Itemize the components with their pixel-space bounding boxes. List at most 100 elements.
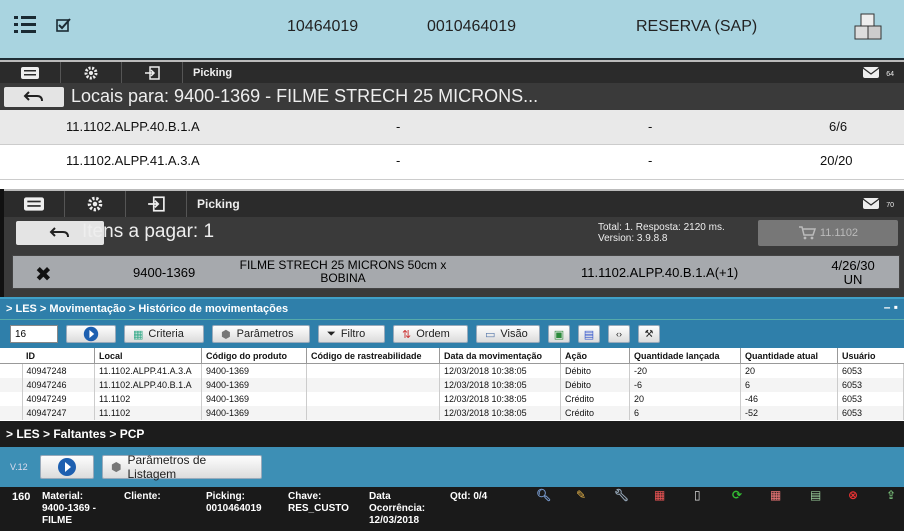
- cell-product: 9400-1369: [201, 406, 307, 420]
- cart-label: 11.1102: [819, 227, 859, 239]
- cart-button[interactable]: 11.1102: [758, 220, 898, 246]
- play-icon: [83, 326, 99, 342]
- code-button[interactable]: ‹›: [608, 325, 630, 343]
- item-quantity: 4/26/30 UN: [813, 259, 893, 287]
- messages-count: 64: [886, 71, 894, 78]
- page-size-value: 16: [15, 328, 27, 340]
- refresh-icon[interactable]: ⟳: [732, 489, 742, 501]
- play-icon: [58, 458, 76, 476]
- cell-qty-launched: -20: [629, 363, 741, 378]
- column-header[interactable]: Código de rastreabilidade: [306, 348, 440, 364]
- boxes-icon[interactable]: [853, 12, 885, 49]
- item-desc-line1: FILME STRECH 25 MICRONS 50cm x: [239, 258, 447, 272]
- location-row[interactable]: 11.1102.ALPP.41.A.3.A - - 20/20: [0, 145, 904, 180]
- page-size-stepper[interactable]: 16: [10, 325, 58, 343]
- window-controls-icon[interactable]: – ▪: [884, 300, 898, 314]
- cell-date: 12/03/2018 10:38:05: [439, 378, 561, 392]
- cell-local: 11.1102.ALPP.41.A.3.A: [94, 363, 202, 378]
- cell-local: 11.1102: [94, 392, 202, 406]
- column-header[interactable]: Data da movimentação: [439, 348, 561, 364]
- cell-trace: [306, 406, 440, 420]
- criteria-button[interactable]: ▦ Criteria: [124, 325, 204, 343]
- login-button[interactable]: [126, 191, 187, 217]
- shortage-row[interactable]: 160 Material: 9400-1369 - FILME Cliente:…: [0, 487, 904, 531]
- table-row[interactable]: 40947246 11.1102.ALPP.40.B.1.A 9400-1369…: [0, 378, 904, 392]
- list-parameters-label: Parâmetros de Listagem: [127, 453, 207, 481]
- calendar-icon[interactable]: ▦: [654, 489, 665, 501]
- item-row[interactable]: ✖ 9400-1369 FILME STRECH 25 MICRONS 50cm…: [12, 255, 900, 289]
- column-header[interactable]: Código do produto: [201, 348, 307, 364]
- date-label: Data: [369, 491, 391, 502]
- reservation-type: RESERVA (SAP): [636, 18, 758, 35]
- table-row[interactable]: 40947247 11.1102 9400-1369 12/03/2018 10…: [0, 406, 904, 420]
- history-toolbar: 16 ▦ Criteria ⬢ Parâmetros ⏷ Filtro ⇅ Ordem …: [0, 319, 904, 348]
- export-icon[interactable]: ⇪: [886, 489, 896, 501]
- movement-table: ID Local Código do produto Código de ras…: [0, 348, 904, 420]
- table-row[interactable]: 40947249 11.1102 9400-1369 12/03/2018 10…: [0, 392, 904, 406]
- checkbox-checked-icon[interactable]: [56, 17, 72, 38]
- column-header[interactable]: Usuário: [837, 348, 904, 364]
- location-row[interactable]: 11.1102.ALPP.40.B.1.A - - 6/6: [0, 110, 904, 145]
- row-selector[interactable]: [0, 406, 23, 420]
- cell-trace: [306, 378, 440, 392]
- parameters-button[interactable]: ⬢ Parâmetros: [212, 325, 310, 343]
- wrench-icon[interactable]: 🔧︎: [614, 489, 629, 501]
- cell-user: 6053: [837, 378, 904, 392]
- column-header[interactable]: Quantidade atual: [740, 348, 838, 364]
- reservation-code: 10464019: [287, 18, 359, 35]
- row-selector[interactable]: [0, 363, 23, 378]
- messages-button[interactable]: 70: [862, 196, 894, 215]
- sort-icon: ⇅: [402, 328, 412, 341]
- material-cell: Material: 9400-1369 - FILME: [42, 491, 96, 527]
- cell-action: Crédito: [560, 392, 630, 406]
- search-icon[interactable]: 🔍︎: [536, 489, 551, 501]
- excel-export-button[interactable]: ▣: [548, 325, 570, 343]
- list-parameters-button[interactable]: ⬢ Parâmetros de Listagem: [102, 453, 262, 481]
- document-icon[interactable]: ▯: [694, 489, 701, 501]
- view-icon: ▭: [485, 328, 496, 341]
- locations-titlebar: Locais para: 9400-1369 - FILME STRECH 25…: [0, 83, 904, 110]
- tools-icon: ⚒: [644, 328, 654, 340]
- column-header[interactable]: Ação: [560, 348, 630, 364]
- criteria-label: Criteria: [148, 328, 184, 340]
- settings-button[interactable]: [65, 191, 126, 217]
- menu-list-icon[interactable]: [14, 14, 36, 39]
- settings-button[interactable]: [61, 62, 122, 83]
- delete-icon[interactable]: ⊗: [848, 489, 858, 501]
- cell-user: 6053: [837, 392, 904, 406]
- column-header[interactable]: Local: [94, 348, 202, 364]
- column-header[interactable]: Quantidade lançada: [629, 348, 741, 364]
- list-button[interactable]: [0, 62, 61, 83]
- back-arrow-icon: [49, 227, 69, 238]
- picking-cell: Picking: 0010464019: [206, 491, 262, 515]
- remove-icon[interactable]: ✖: [35, 262, 52, 287]
- criteria-icon: ▦: [133, 328, 144, 341]
- locations-title: Locais para: 9400-1369 - FILME STRECH 25…: [71, 86, 539, 106]
- back-button[interactable]: [4, 86, 64, 107]
- run-button[interactable]: [66, 325, 116, 343]
- messages-button[interactable]: 64: [862, 65, 894, 84]
- cell-action: Débito: [560, 378, 630, 392]
- order-button[interactable]: ⇅ Ordem: [393, 325, 468, 343]
- table-row[interactable]: 40947248 11.1102.ALPP.41.A.3.A 9400-1369…: [0, 363, 904, 378]
- list-button[interactable]: [4, 191, 65, 217]
- save-button[interactable]: ▤: [578, 325, 600, 343]
- schedule-icon[interactable]: ▦: [770, 489, 781, 501]
- edit-icon[interactable]: ✎: [576, 489, 586, 501]
- row-selector[interactable]: [0, 378, 23, 392]
- cart-icon: [798, 226, 816, 240]
- date-cell: Data Ocorrência: 12/03/2018: [369, 491, 425, 527]
- breadcrumb: > LES > Faltantes > PCP: [0, 421, 904, 447]
- login-button[interactable]: [122, 62, 183, 83]
- tools-button[interactable]: ⚒: [638, 325, 660, 343]
- toolbar-title: Picking: [193, 66, 233, 79]
- filter-button[interactable]: ⏷ Filtro: [318, 325, 385, 343]
- column-header[interactable]: ID: [22, 348, 95, 364]
- cell-action: Crédito: [560, 406, 630, 420]
- picking-value: 0010464019: [206, 503, 262, 514]
- gear-icon: [87, 196, 103, 212]
- report-icon[interactable]: ▤: [810, 489, 821, 501]
- row-selector[interactable]: [0, 392, 23, 406]
- view-button[interactable]: ▭ Visão: [476, 325, 540, 343]
- run-button[interactable]: [40, 455, 94, 479]
